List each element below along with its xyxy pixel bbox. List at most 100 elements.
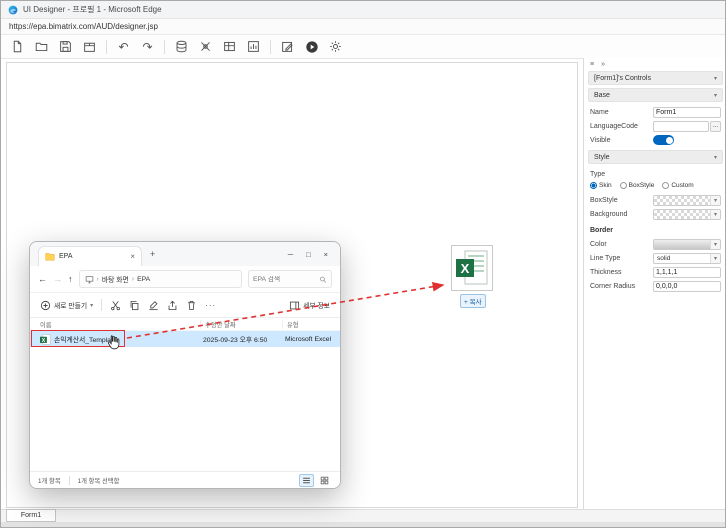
share-button[interactable] [167,300,178,311]
database-button[interactable] [171,37,192,56]
background-dropdown[interactable]: ▾ [653,209,721,220]
properties-panel: ≡ » [Form1]'s Controls ▾ Base ▾ Name Lan… [583,58,726,509]
toggle-knob [666,137,673,144]
redo-button[interactable]: ↷ [137,37,158,56]
line-type-dropdown[interactable]: solid ▾ [653,253,721,264]
new-button[interactable]: 새로 만들기 ▾ [40,300,93,311]
visible-label: Visible [590,137,611,144]
panel-expand-icon[interactable]: » [601,61,605,68]
redo-icon: ↷ [142,40,152,54]
chart-button[interactable] [243,37,264,56]
type-skin-radio[interactable]: Skin [590,182,612,189]
chevron-down-icon: ▾ [90,302,93,309]
edit-button[interactable] [277,37,298,56]
new-tab-button[interactable]: + [150,249,155,259]
panel-menu-icon[interactable]: ≡ [590,61,594,68]
tab-close-icon[interactable]: × [130,252,135,261]
column-name[interactable]: 이름 [40,320,200,329]
up-button[interactable]: ↑ [68,274,73,284]
file-date: 2025-09-23 오후 6:50 [199,334,281,344]
toolbar-divider [164,40,165,54]
save-button[interactable] [55,37,76,56]
package-button[interactable] [79,37,100,56]
database-icon [175,40,188,53]
more-options-button[interactable]: ··· [205,301,216,310]
url-bar[interactable]: https://epa.bimatrix.com/AUD/designer.js… [1,19,725,35]
thickness-input[interactable] [653,267,721,278]
boxstyle-dropdown[interactable]: ▾ [653,195,721,206]
chevron-down-icon: ▾ [714,241,717,248]
run-icon [305,40,319,54]
toolbar-divider [106,40,107,54]
column-date[interactable]: 수정한 날짜 [200,320,282,329]
command-divider [101,299,102,311]
new-file-icon [11,40,24,53]
type-boxstyle-label: BoxStyle [629,182,655,189]
toolbar-divider [270,40,271,54]
border-color-property-row: Color ▾ [588,237,723,251]
new-file-button[interactable] [7,37,28,56]
cut-button[interactable] [110,300,121,311]
type-custom-radio[interactable]: Custom [662,182,693,189]
copy-button[interactable] [129,300,140,311]
rename-button[interactable] [148,300,159,311]
build-tools-button[interactable] [195,37,216,56]
form1-tab[interactable]: Form1 [6,509,56,522]
explorer-navbar: ← → ↑ › 바탕 화면 › EPA [30,266,340,293]
corner-radius-input[interactable] [653,281,721,292]
maximize-button[interactable]: □ [306,250,311,259]
name-input[interactable] [653,107,721,118]
line-type-property-row: Line Type solid ▾ [588,251,723,265]
languagecode-more-button[interactable]: ... [710,121,721,132]
background-property-row: Background ▾ [588,207,723,221]
plus-circle-icon [40,300,51,311]
border-color-dropdown[interactable]: ▾ [653,239,721,250]
explorer-tab[interactable]: EPA × [38,246,142,266]
chevron-down-icon: ▾ [714,75,717,82]
open-folder-button[interactable] [31,37,52,56]
tab-title: EPA [59,253,73,260]
forward-button[interactable]: → [53,274,62,284]
minimize-button[interactable]: ─ [288,250,293,259]
settings-button[interactable] [325,37,346,56]
address-bar[interactable]: › 바탕 화면 › EPA [79,270,243,288]
delete-button[interactable] [186,300,197,311]
search-input[interactable] [253,276,317,283]
column-type[interactable]: 유형 [282,320,340,329]
details-pane-button[interactable]: 세부 정보 [289,300,330,311]
radio-icon [620,182,627,189]
type-boxstyle-radio[interactable]: BoxStyle [620,182,655,189]
footer-bar [1,509,725,522]
close-button[interactable]: × [324,250,328,259]
window-bottom-edge [1,522,725,528]
page-url: https://epa.bimatrix.com/AUD/designer.js… [9,22,158,31]
breadcrumb-desktop[interactable]: 바탕 화면 [102,274,129,284]
details-view-button[interactable] [299,474,314,487]
item-count: 1개 항목 [38,476,61,485]
table-button[interactable] [219,37,240,56]
breadcrumb-folder[interactable]: EPA [137,276,150,283]
dropped-excel-control[interactable]: X [451,245,493,291]
explorer-command-bar: 새로 만들기 ▾ ··· 세부 정보 [30,293,340,318]
chevron-down-icon: ▾ [714,92,717,99]
back-button[interactable]: ← [38,274,47,284]
style-section-header[interactable]: Style ▾ [588,150,723,164]
languagecode-input[interactable] [653,121,709,132]
controls-header[interactable]: [Form1]'s Controls ▾ [588,71,723,85]
panel-toolbar: ≡ » [588,60,723,71]
view-buttons [299,474,332,487]
search-box[interactable] [248,270,332,288]
base-section-header[interactable]: Base ▾ [588,88,723,102]
background-label: Background [590,211,627,218]
chevron-down-icon: ▾ [714,255,717,262]
thickness-property-row: Thickness [588,265,723,279]
icons-view-button[interactable] [317,474,332,487]
run-button[interactable] [301,37,322,56]
visible-toggle[interactable] [653,135,674,145]
window-controls: ─ □ × [288,250,332,259]
controls-header-label: [Form1]'s Controls [594,75,651,82]
undo-button[interactable]: ↶ [113,37,134,56]
build-tools-icon [199,40,212,53]
breadcrumb-separator: › [97,276,99,283]
drag-hand-cursor [105,334,123,352]
